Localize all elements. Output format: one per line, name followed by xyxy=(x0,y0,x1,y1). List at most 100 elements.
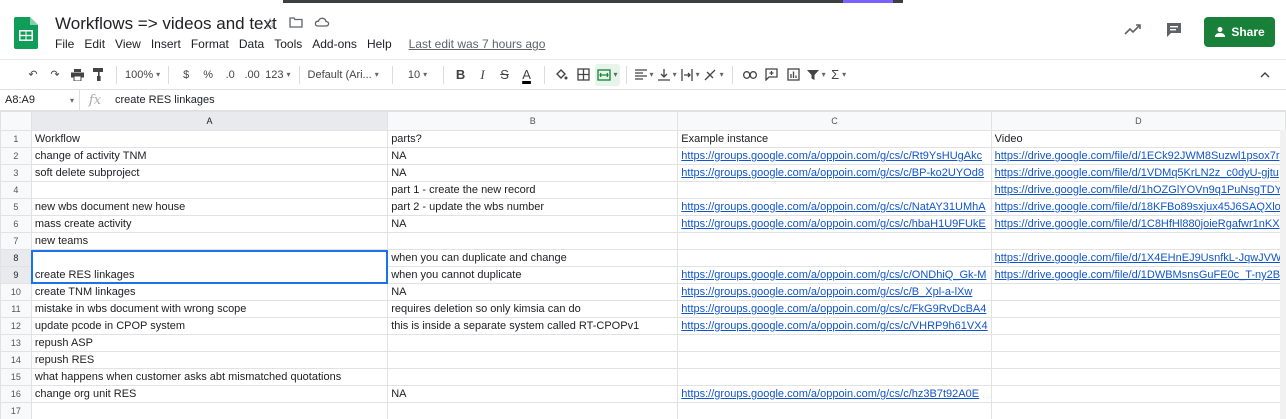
cell[interactable]: soft delete subproject xyxy=(30,164,389,182)
cell-link[interactable]: https://groups.google.com/a/oppoin.com/g… xyxy=(677,266,992,284)
filter-icon[interactable] xyxy=(805,64,828,86)
cell[interactable]: NA xyxy=(387,283,679,301)
cell[interactable]: new teams xyxy=(30,232,389,250)
cell[interactable] xyxy=(990,368,1286,386)
last-edit-link[interactable]: Last edit was 7 hours ago xyxy=(409,37,546,51)
italic-button[interactable]: I xyxy=(472,64,494,86)
cell[interactable] xyxy=(387,402,679,419)
cell[interactable] xyxy=(677,334,992,352)
row-header[interactable]: 4 xyxy=(0,181,32,199)
column-header-d[interactable]: D xyxy=(990,111,1286,131)
cell[interactable] xyxy=(990,351,1286,369)
row-header[interactable]: 8 xyxy=(0,249,32,267)
undo-icon[interactable]: ↶ xyxy=(22,64,44,86)
font-size-select[interactable]: 10 xyxy=(399,64,437,86)
cell[interactable] xyxy=(990,334,1286,352)
cell[interactable]: NA xyxy=(387,164,679,182)
selected-merged-cell[interactable]: create RES linkages xyxy=(30,249,389,284)
row-header[interactable]: 5 xyxy=(0,198,32,216)
fill-color-icon[interactable] xyxy=(551,64,573,86)
menu-data[interactable]: Data xyxy=(234,37,269,51)
cell-link[interactable]: https://groups.google.com/a/oppoin.com/g… xyxy=(677,300,992,318)
row-header[interactable]: 10 xyxy=(0,283,32,301)
cell[interactable] xyxy=(677,232,992,250)
row-header[interactable]: 13 xyxy=(0,334,32,352)
borders-icon[interactable] xyxy=(573,64,595,86)
cell[interactable]: when you cannot duplicate xyxy=(387,266,679,284)
currency-format-button[interactable]: $ xyxy=(175,64,197,86)
menu-edit[interactable]: Edit xyxy=(79,37,110,51)
cell[interactable] xyxy=(30,402,389,419)
cell[interactable]: what happens when customer asks abt mism… xyxy=(30,368,389,386)
cell-link[interactable]: https://groups.google.com/a/oppoin.com/g… xyxy=(677,215,992,233)
cell[interactable] xyxy=(990,232,1286,250)
cell[interactable]: NA xyxy=(387,385,679,403)
cell[interactable] xyxy=(677,249,992,267)
text-color-button[interactable]: A xyxy=(516,64,538,86)
activity-trend-icon[interactable] xyxy=(1122,21,1144,43)
column-header-a[interactable]: A xyxy=(30,111,389,131)
row-header[interactable]: 15 xyxy=(0,368,32,386)
row-header[interactable]: 11 xyxy=(0,300,32,318)
redo-icon[interactable]: ↷ xyxy=(44,64,66,86)
cell[interactable]: update pcode in CPOP system xyxy=(30,317,389,335)
insert-link-icon[interactable] xyxy=(739,64,761,86)
row-header[interactable]: 6 xyxy=(0,215,32,233)
cell[interactable] xyxy=(990,402,1286,419)
cell[interactable]: requires deletion so only kimsia can do xyxy=(387,300,679,318)
sheets-logo-icon[interactable] xyxy=(14,17,38,49)
horizontal-align-icon[interactable] xyxy=(633,64,656,86)
menu-view[interactable]: View xyxy=(110,37,146,51)
cell[interactable] xyxy=(677,402,992,419)
cell-link[interactable]: https://drive.google.com/file/d/1ECk92JW… xyxy=(990,147,1286,165)
cell[interactable]: Example instance xyxy=(677,130,992,148)
cloud-status-icon[interactable] xyxy=(314,15,330,31)
cell-link[interactable]: https://drive.google.com/file/d/1DWBMsns… xyxy=(990,266,1286,284)
strikethrough-button[interactable]: S xyxy=(494,64,516,86)
cell-link[interactable]: https://drive.google.com/file/d/1VDMq5Kr… xyxy=(990,164,1286,182)
column-header-c[interactable]: C xyxy=(677,111,992,131)
cell[interactable] xyxy=(387,232,679,250)
row-header[interactable]: 7 xyxy=(0,232,32,250)
row-header[interactable]: 17 xyxy=(0,402,32,419)
cell-link[interactable]: https://drive.google.com/file/d/1hOZGlYO… xyxy=(990,181,1286,199)
cell[interactable]: NA xyxy=(387,147,679,165)
cell[interactable] xyxy=(677,368,992,386)
vertical-align-icon[interactable] xyxy=(656,64,679,86)
cell[interactable]: part 1 - create the new record xyxy=(387,181,679,199)
bold-button[interactable]: B xyxy=(450,64,472,86)
cell[interactable]: change of activity TNM xyxy=(30,147,389,165)
cell-link[interactable]: https://drive.google.com/file/d/18KFBo89… xyxy=(990,198,1286,216)
row-header[interactable]: 12 xyxy=(0,317,32,335)
cell[interactable] xyxy=(677,351,992,369)
zoom-select[interactable]: 100% xyxy=(123,64,162,86)
move-folder-icon[interactable] xyxy=(288,15,304,31)
menu-help[interactable]: Help xyxy=(362,37,397,51)
print-icon[interactable] xyxy=(66,64,88,86)
cell[interactable]: change org unit RES xyxy=(30,385,389,403)
cell-link[interactable]: https://groups.google.com/a/oppoin.com/g… xyxy=(677,147,992,165)
merge-cells-icon[interactable] xyxy=(594,63,620,86)
cell-link[interactable]: https://groups.google.com/a/oppoin.com/g… xyxy=(677,164,992,182)
cell[interactable] xyxy=(387,368,679,386)
cell[interactable]: repush RES xyxy=(30,351,389,369)
formula-input[interactable]: create RES linkages xyxy=(110,94,215,106)
more-formats-select[interactable]: 123 xyxy=(263,64,292,86)
row-header[interactable]: 2 xyxy=(0,147,32,165)
font-family-select[interactable]: Default (Ari... xyxy=(306,64,386,86)
row-header[interactable]: 16 xyxy=(0,385,32,403)
cell[interactable]: mass create activity xyxy=(30,215,389,233)
share-button[interactable]: Share xyxy=(1204,17,1275,47)
select-all-corner[interactable] xyxy=(0,111,32,131)
percent-format-button[interactable]: % xyxy=(197,64,219,86)
cell-link[interactable]: https://groups.google.com/a/oppoin.com/g… xyxy=(677,317,992,335)
star-icon[interactable]: ☆ xyxy=(262,15,278,31)
row-header[interactable]: 9 xyxy=(0,266,32,284)
functions-button[interactable]: Σ xyxy=(828,64,850,86)
cell[interactable]: mistake in wbs document with wrong scope xyxy=(30,300,389,318)
cell-link[interactable]: https://drive.google.com/file/d/1X4EHnEJ… xyxy=(990,249,1286,267)
cell-link[interactable] xyxy=(677,181,992,199)
cell-link[interactable]: https://groups.google.com/a/oppoin.com/g… xyxy=(677,385,992,403)
cell[interactable]: this is inside a separate system called … xyxy=(387,317,679,335)
name-box[interactable]: A8:A9 ▾ xyxy=(0,90,80,110)
